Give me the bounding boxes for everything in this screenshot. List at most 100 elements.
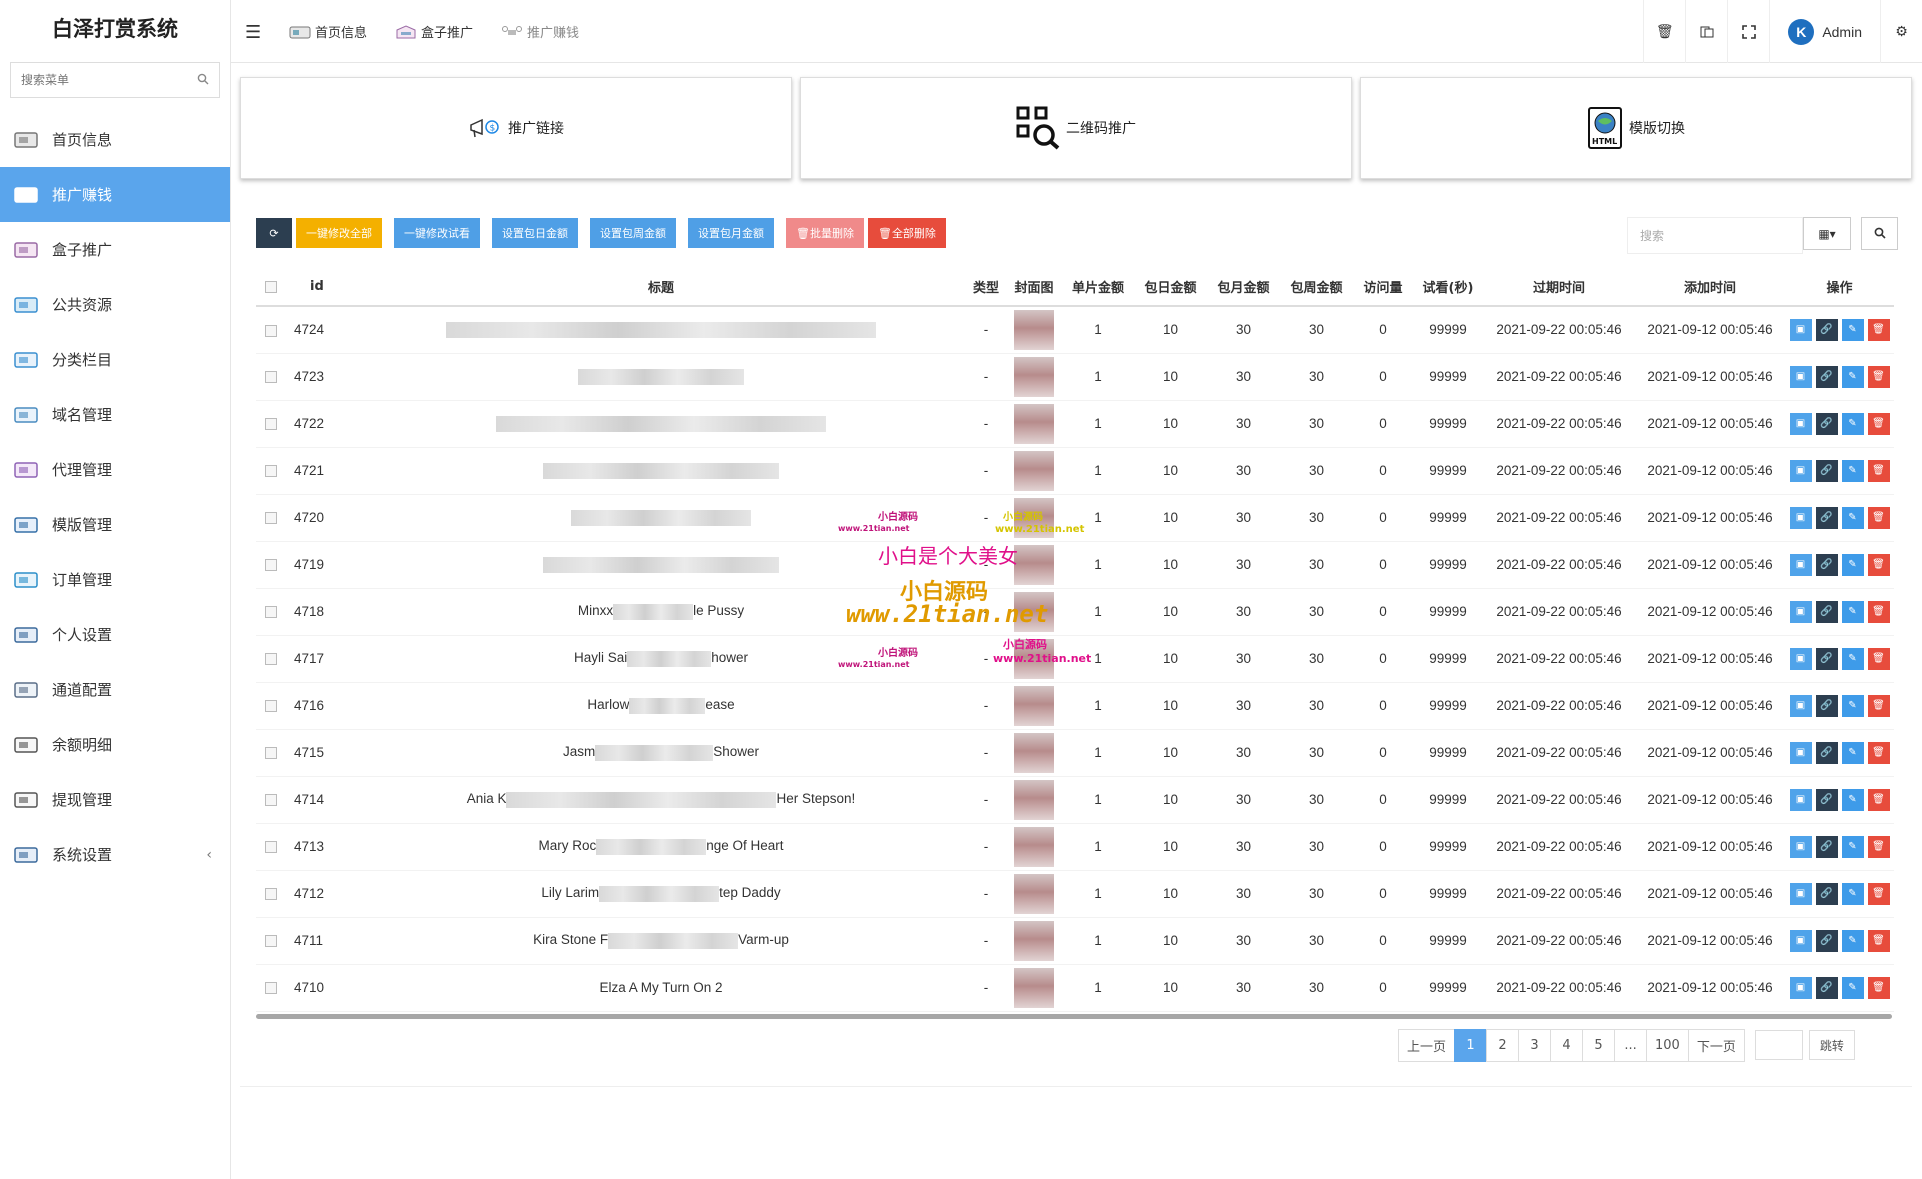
row-checkbox[interactable] — [256, 306, 286, 354]
page-3[interactable]: 3 — [1518, 1029, 1552, 1062]
col-type[interactable]: 类型 — [966, 268, 1006, 307]
edit-icon[interactable]: ✎ — [1841, 694, 1864, 717]
delete-icon[interactable]: 🗑 — [1867, 412, 1890, 435]
edit-icon[interactable]: ✎ — [1841, 412, 1864, 435]
cover-image[interactable] — [1014, 309, 1054, 350]
set-week-price-button[interactable]: 设置包周金额 — [590, 218, 676, 248]
preview-icon[interactable]: ▣ — [1789, 741, 1812, 764]
link-icon[interactable]: 🔗 — [1815, 741, 1838, 764]
menu-search-input[interactable] — [21, 73, 171, 87]
sidebar-item-category[interactable]: 分类栏目 — [0, 332, 230, 387]
edit-icon[interactable]: ✎ — [1841, 741, 1864, 764]
col-cover[interactable]: 封面图 — [1006, 268, 1062, 307]
col-day[interactable]: 包日金额 — [1134, 268, 1207, 307]
col-title[interactable]: 标题 — [356, 268, 966, 307]
columns-toggle-button[interactable]: ▦▾ — [1803, 217, 1851, 250]
link-icon[interactable]: 🔗 — [1815, 365, 1838, 388]
preview-icon[interactable]: ▣ — [1789, 976, 1812, 999]
card-qrcode[interactable]: 二维码推广 — [800, 77, 1352, 179]
delete-icon[interactable]: 🗑 — [1867, 600, 1890, 623]
preview-icon[interactable]: ▣ — [1789, 882, 1812, 905]
table-row[interactable]: 4711 Kira Stone F Varm-up -1 10 30 30 0 99999 202… — [256, 917, 1894, 965]
row-checkbox[interactable] — [256, 729, 286, 777]
refresh-button[interactable]: ⟳ — [256, 218, 292, 248]
page-4[interactable]: 4 — [1550, 1029, 1584, 1062]
cover-image[interactable] — [1014, 779, 1054, 820]
preview-icon[interactable]: ▣ — [1789, 647, 1812, 670]
preview-icon[interactable]: ▣ — [1789, 835, 1812, 858]
jump-page-input[interactable] — [1754, 1030, 1803, 1060]
preview-icon[interactable]: ▣ — [1789, 412, 1812, 435]
trash-icon[interactable]: 🗑 — [1643, 0, 1685, 63]
link-icon[interactable]: 🔗 — [1815, 318, 1838, 341]
col-id[interactable]: id — [286, 268, 356, 307]
link-icon[interactable]: 🔗 — [1815, 553, 1838, 576]
preview-icon[interactable]: ▣ — [1789, 459, 1812, 482]
sidebar-item-profile[interactable]: 个人设置 — [0, 607, 230, 662]
sidebar-item-promo[interactable]: 推广赚钱 — [0, 167, 230, 222]
link-icon[interactable]: 🔗 — [1815, 647, 1838, 670]
jump-button[interactable]: 跳转 — [1808, 1030, 1855, 1060]
delete-icon[interactable]: 🗑 — [1867, 741, 1890, 764]
delete-icon[interactable]: 🗑 — [1867, 459, 1890, 482]
link-icon[interactable]: 🔗 — [1815, 976, 1838, 999]
sidebar-item-channel[interactable]: 通道配置 — [0, 662, 230, 717]
next-page-button[interactable]: 下一页 — [1687, 1029, 1745, 1062]
row-checkbox[interactable] — [256, 635, 286, 683]
cover-image[interactable] — [1014, 732, 1054, 773]
row-checkbox[interactable] — [256, 447, 286, 495]
row-checkbox[interactable] — [256, 541, 286, 589]
cover-image[interactable] — [1014, 920, 1054, 961]
table-row[interactable]: 4723-1 10 30 30 0 99999 2021-09-22 00:05:46 202… — [256, 353, 1894, 401]
edit-icon[interactable]: ✎ — [1841, 788, 1864, 811]
delete-icon[interactable]: 🗑 — [1867, 365, 1890, 388]
row-checkbox[interactable] — [256, 400, 286, 448]
col-visits[interactable]: 访问量 — [1353, 268, 1413, 307]
menu-toggle-icon[interactable]: ☰ — [245, 22, 261, 43]
preview-icon[interactable]: ▣ — [1789, 365, 1812, 388]
table-row[interactable]: 4718 Minxx le Pussy -1 10 30 30 0 99999 2021-09-2… — [256, 588, 1894, 636]
col-added[interactable]: 添加时间 — [1635, 268, 1785, 307]
batch-delete-button[interactable]: 🗑 批量删除 — [786, 218, 864, 248]
link-icon[interactable]: 🔗 — [1815, 929, 1838, 952]
edit-trial-button[interactable]: 一键修改试看 — [394, 218, 480, 248]
delete-icon[interactable]: 🗑 — [1867, 976, 1890, 999]
page-1[interactable]: 1 — [1454, 1029, 1488, 1062]
edit-icon[interactable]: ✎ — [1841, 835, 1864, 858]
col-week[interactable]: 包周金额 — [1280, 268, 1353, 307]
delete-icon[interactable]: 🗑 — [1867, 835, 1890, 858]
sidebar-item-withdraw[interactable]: 提现管理 — [0, 772, 230, 827]
link-icon[interactable]: 🔗 — [1815, 694, 1838, 717]
cover-image[interactable] — [1014, 356, 1054, 397]
delete-icon[interactable]: 🗑 — [1867, 788, 1890, 811]
edit-all-button[interactable]: 一键修改全部 — [296, 218, 382, 248]
row-checkbox[interactable] — [256, 353, 286, 401]
preview-icon[interactable]: ▣ — [1789, 694, 1812, 717]
table-row[interactable]: 4724-1 10 30 30 0 99999 2021-09-22 00:05:46 202… — [256, 306, 1894, 354]
page-5[interactable]: 5 — [1582, 1029, 1616, 1062]
tab-promo[interactable]: 推广赚钱 — [501, 22, 579, 41]
link-icon[interactable]: 🔗 — [1815, 882, 1838, 905]
col-single[interactable]: 单片金额 — [1062, 268, 1134, 307]
menu-search[interactable] — [10, 62, 220, 98]
cover-image[interactable] — [1014, 967, 1054, 1008]
cover-image[interactable] — [1014, 873, 1054, 914]
edit-icon[interactable]: ✎ — [1841, 600, 1864, 623]
page-100[interactable]: 100 — [1646, 1029, 1689, 1062]
delete-all-button[interactable]: 🗑 全部删除 — [867, 218, 946, 248]
edit-icon[interactable]: ✎ — [1841, 553, 1864, 576]
tab-box[interactable]: 盒子推广 — [395, 22, 473, 41]
cover-image[interactable] — [1014, 544, 1054, 585]
row-checkbox[interactable] — [256, 964, 286, 1012]
delete-icon[interactable]: 🗑 — [1867, 694, 1890, 717]
table-row[interactable]: 4710 Elza A My Turn On 2-1 10 30 30 0 99999 202… — [256, 964, 1894, 1012]
preview-icon[interactable]: ▣ — [1789, 506, 1812, 529]
preview-icon[interactable]: ▣ — [1789, 788, 1812, 811]
edit-icon[interactable]: ✎ — [1841, 882, 1864, 905]
delete-icon[interactable]: 🗑 — [1867, 506, 1890, 529]
table-search-input[interactable]: 搜索 — [1627, 217, 1803, 254]
sidebar-item-domain[interactable]: 域名管理 — [0, 387, 230, 442]
link-icon[interactable]: 🔗 — [1815, 412, 1838, 435]
settings-icon[interactable]: ⚙ — [1880, 0, 1922, 63]
table-row[interactable]: 4721-1 10 30 30 0 99999 2021-09-22 00:05:46 202… — [256, 447, 1894, 495]
